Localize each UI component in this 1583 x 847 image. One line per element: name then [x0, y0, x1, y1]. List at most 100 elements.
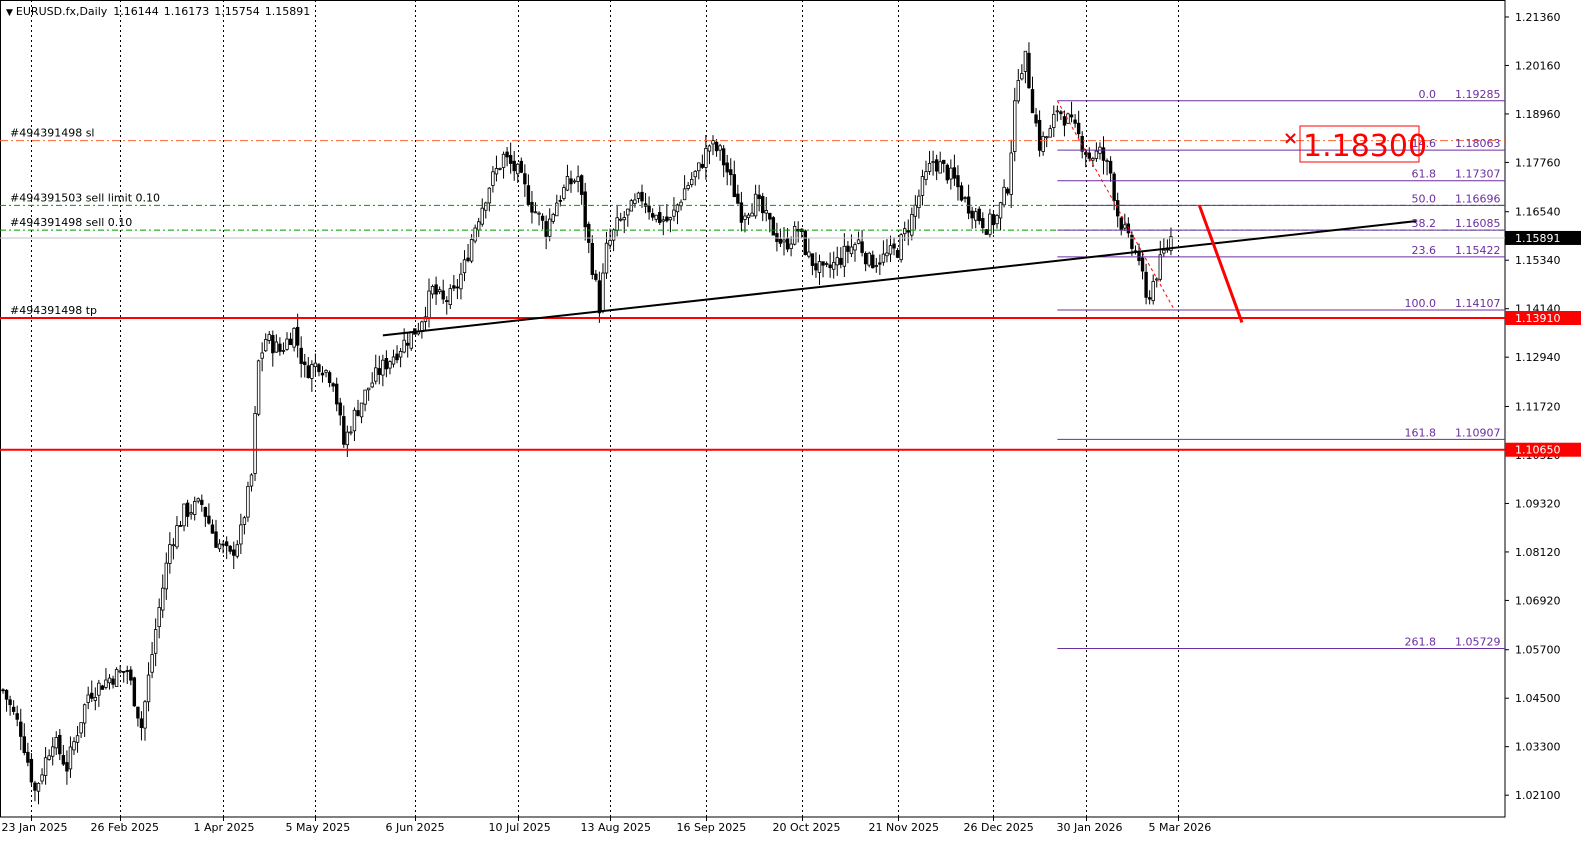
- candle-body: [377, 368, 381, 375]
- candle-body: [150, 654, 154, 673]
- candle-body: [903, 228, 907, 235]
- candle-body: [1020, 73, 1024, 80]
- candle-body: [892, 243, 896, 249]
- candle-body: [402, 339, 406, 353]
- candle-body: [839, 257, 843, 265]
- candle-body: [1158, 254, 1162, 280]
- candle-body: [15, 713, 19, 720]
- candle-body: [619, 218, 623, 221]
- candle-body: [512, 160, 516, 172]
- candle-body: [757, 194, 761, 199]
- candle-body: [835, 257, 839, 266]
- candle-body: [1162, 249, 1166, 254]
- candle-body: [359, 402, 364, 418]
- candle-body: [139, 718, 144, 728]
- y-tick-label: 1.09320: [1515, 497, 1561, 510]
- candle-body: [161, 587, 165, 611]
- candle-body: [51, 746, 55, 757]
- candle-body: [565, 176, 570, 191]
- candle-body: [1076, 122, 1081, 135]
- candle-body: [863, 253, 868, 265]
- candle-body: [75, 735, 80, 743]
- candle-body: [175, 525, 179, 548]
- candle-body: [1137, 251, 1141, 262]
- candle-body: [320, 372, 325, 376]
- candle-body: [924, 171, 928, 180]
- candle-body: [587, 223, 591, 243]
- x-tick-label: 13 Aug 2025: [581, 821, 651, 834]
- candle-body: [927, 163, 932, 172]
- projection-line[interactable]: [1197, 204, 1244, 323]
- candle-body: [540, 215, 545, 221]
- candle-body: [232, 549, 236, 556]
- candle-body: [19, 721, 23, 737]
- candle-body: [650, 213, 655, 218]
- candle-body: [178, 525, 183, 527]
- candle-body: [828, 264, 832, 269]
- candle-body: [1151, 281, 1155, 301]
- candle-body: [686, 185, 690, 190]
- candle-body: [90, 692, 94, 699]
- candle-body: [61, 755, 66, 765]
- fib-ratio-label: 161.8: [1405, 426, 1437, 439]
- candle-body: [1052, 113, 1056, 128]
- fib-price-label: 1.14107: [1455, 297, 1501, 310]
- candle-body: [317, 364, 321, 373]
- candle-body: [665, 216, 669, 222]
- candle-body: [430, 285, 435, 295]
- tp-price-tag: 1.13910: [1515, 312, 1561, 325]
- candle-body: [143, 701, 147, 729]
- chart-header: ▼ EURUSD.fx,Daily 1.16144 1.16173 1.15754 1.1…: [6, 5, 315, 18]
- candle-body: [203, 507, 208, 517]
- y-tick-label: 1.12940: [1515, 351, 1561, 364]
- candle-body: [785, 238, 790, 250]
- candle-body: [938, 161, 942, 174]
- fib-price-label: 1.19285: [1455, 88, 1501, 101]
- candle-body: [810, 253, 815, 266]
- candle-body: [1055, 110, 1060, 113]
- candle-body: [920, 176, 925, 196]
- candle-body: [551, 214, 555, 222]
- candle-body: [910, 213, 914, 236]
- candle-body: [682, 188, 687, 201]
- candle-body: [207, 515, 211, 524]
- candle-body: [945, 164, 949, 181]
- candle-body: [959, 185, 964, 201]
- candle-body: [40, 774, 44, 782]
- candle-body: [615, 217, 619, 231]
- order-level-label: #494391498 tp: [10, 304, 97, 317]
- plot-frame: [0, 0, 1506, 818]
- candle-body: [860, 241, 864, 253]
- price-chart[interactable]: 23 Jan 2025 26 Feb 2025 1 Apr 2025 5 May 20…: [0, 0, 1583, 847]
- x-tick-label: 5 Mar 2026: [1149, 821, 1212, 834]
- y-tick-label: 1.20160: [1515, 59, 1561, 72]
- candle-body: [1030, 89, 1035, 114]
- candle-body: [1013, 100, 1017, 152]
- collapse-triangle-icon[interactable]: ▼: [6, 8, 13, 18]
- candle-body: [68, 746, 73, 770]
- candle-body: [1002, 186, 1006, 206]
- candle-body: [732, 174, 736, 198]
- candle-body: [611, 229, 616, 241]
- candle-body: [1112, 173, 1116, 202]
- candle-body: [608, 240, 612, 246]
- high-price: 1.16173: [163, 5, 210, 18]
- candle-body: [832, 262, 836, 270]
- x-tick-label: 5 May 2025: [286, 821, 351, 834]
- candle-body: [1062, 116, 1067, 126]
- y-tick-label: 1.05700: [1515, 644, 1561, 657]
- candle-body: [455, 286, 460, 289]
- candle-body: [246, 486, 250, 518]
- candle-body: [427, 290, 431, 319]
- candle-body: [292, 327, 296, 348]
- candle-body: [821, 261, 825, 266]
- candle-body: [43, 757, 48, 776]
- candle-body: [579, 175, 584, 195]
- candle-body: [956, 175, 960, 188]
- fib-ratio-label: 261.8: [1405, 636, 1437, 649]
- candle-body: [256, 360, 261, 415]
- candle-body: [743, 215, 747, 220]
- candle-body: [871, 254, 875, 269]
- fib-ratio-label: 23.6: [1412, 244, 1437, 257]
- fib-ratio-label: 0.0: [1419, 88, 1437, 101]
